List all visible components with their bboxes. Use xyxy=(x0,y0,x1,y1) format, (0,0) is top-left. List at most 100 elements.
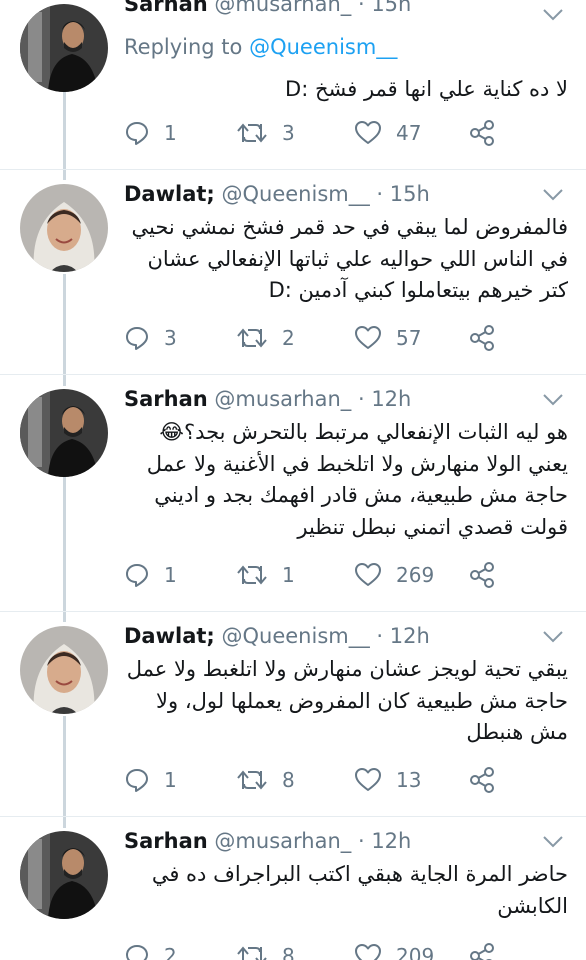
reply-icon xyxy=(126,769,148,792)
avatar-sarhan[interactable] xyxy=(20,831,108,919)
tweet-actions: 3 2 57 xyxy=(124,321,504,355)
avatar-sarhan[interactable] xyxy=(20,4,108,92)
separator-dot: · xyxy=(357,387,365,411)
heart-icon xyxy=(355,768,381,791)
separator-dot: · xyxy=(376,624,384,648)
reply-icon xyxy=(126,327,148,350)
reply-count: 1 xyxy=(164,768,177,792)
chevron-down-icon[interactable] xyxy=(542,393,564,407)
share-button[interactable] xyxy=(468,116,496,150)
avatar-dawlat-image xyxy=(20,184,108,272)
tweet[interactable]: Dawlat; @Queenism__ · 15h فالمفروض لما ي… xyxy=(0,170,586,375)
timestamp[interactable]: 12h xyxy=(390,624,430,648)
tweet[interactable]: Sarhan @musarhan_ · 12h هو ليه الثبات ال… xyxy=(0,375,586,612)
display-name[interactable]: Sarhan xyxy=(124,0,208,16)
tweet[interactable]: Dawlat; @Queenism__ · 12h يبقي تحية لويج… xyxy=(0,612,586,817)
tweet-text-line: حاجة مش طبيعية كان المفروض يعملها لول، و… xyxy=(156,688,568,713)
timestamp[interactable]: 12h xyxy=(371,829,411,853)
reply-count: 2 xyxy=(164,944,177,960)
separator-dot: · xyxy=(357,0,365,16)
like-button[interactable]: 209 xyxy=(354,939,434,960)
retweet-icon xyxy=(237,123,267,143)
tweet-text: هو ليه الثبات الإنفعالي مرتبط بالتحرش بج… xyxy=(124,417,568,543)
avatar-dawlat[interactable] xyxy=(20,626,108,714)
tweet[interactable]: Sarhan @musarhan_ · 12h حاضر المرة الجاي… xyxy=(0,817,586,960)
share-button[interactable] xyxy=(468,321,496,355)
reply-icon xyxy=(126,945,148,960)
handle[interactable]: @Queenism__ xyxy=(222,624,370,648)
share-icon xyxy=(470,943,494,960)
share-button[interactable] xyxy=(468,763,496,797)
chevron-down-icon[interactable] xyxy=(542,8,564,22)
display-name[interactable]: Dawlat; xyxy=(124,182,215,206)
like-button[interactable]: 13 xyxy=(354,763,421,797)
retweet-count: 8 xyxy=(282,768,295,792)
tweet-actions: 1 3 47 xyxy=(124,116,504,150)
handle[interactable]: @musarhan_ xyxy=(214,829,351,853)
retweet-icon xyxy=(237,946,267,960)
like-count: 269 xyxy=(396,563,435,587)
like-count: 209 xyxy=(396,944,435,960)
like-button[interactable]: 269 xyxy=(354,558,434,592)
reply-button[interactable]: 3 xyxy=(124,321,177,355)
retweet-icon xyxy=(237,328,267,348)
display-name[interactable]: Sarhan xyxy=(124,387,208,411)
tweet-header: Sarhan @musarhan_ · 12h xyxy=(124,825,538,857)
reply-button[interactable]: 1 xyxy=(124,558,177,592)
tweet-text-line: يعني الولا منهارش ولا اتلخبط في الأغنية … xyxy=(146,451,568,476)
chevron-down-icon[interactable] xyxy=(542,835,564,849)
retweet-count: 8 xyxy=(282,944,295,960)
reply-count: 1 xyxy=(164,563,177,587)
retweet-button[interactable]: 3 xyxy=(236,116,295,150)
share-button[interactable] xyxy=(468,558,496,592)
reply-button[interactable]: 2 xyxy=(124,939,177,960)
like-button[interactable]: 47 xyxy=(354,116,421,150)
like-count: 13 xyxy=(396,768,422,792)
reply-icon xyxy=(126,564,148,587)
share-icon xyxy=(470,325,494,351)
timestamp[interactable]: 12h xyxy=(371,387,411,411)
retweet-icon xyxy=(237,565,267,585)
heart-icon xyxy=(355,944,381,960)
retweet-button[interactable]: 1 xyxy=(236,558,295,592)
reply-button[interactable]: 1 xyxy=(124,116,177,150)
chevron-down-icon[interactable] xyxy=(542,630,564,644)
display-name[interactable]: Dawlat; xyxy=(124,624,215,648)
retweet-icon xyxy=(237,770,267,790)
avatar-sarhan[interactable] xyxy=(20,389,108,477)
replying-to: Replying to @Queenism__ xyxy=(124,32,397,62)
tweet-text-line: حاضر المرة الجاية هبقي اكتب البراجراف ده… xyxy=(151,862,568,886)
handle[interactable]: @Queenism__ xyxy=(222,182,370,206)
avatar-dawlat[interactable] xyxy=(20,184,108,272)
tweet-header: Sarhan @musarhan_ · 12h xyxy=(124,383,538,415)
chevron-down-icon[interactable] xyxy=(542,188,564,202)
retweet-button[interactable]: 8 xyxy=(236,763,295,797)
handle[interactable]: @musarhan_ xyxy=(214,387,351,411)
tweet-text: لا ده كناية علي انها قمر فشخ :D xyxy=(124,74,568,106)
separator-dot: · xyxy=(376,182,384,206)
separator-dot: · xyxy=(357,829,365,853)
timestamp[interactable]: 15h xyxy=(371,0,411,16)
reply-count: 1 xyxy=(164,121,177,145)
avatar-sarhan-image xyxy=(20,831,108,919)
tweet[interactable]: Sarhan @musarhan_ · 15h Replying to @Que… xyxy=(0,0,586,170)
avatar-dawlat-image xyxy=(20,626,108,714)
retweet-button[interactable]: 2 xyxy=(236,321,295,355)
display-name[interactable]: Sarhan xyxy=(124,829,208,853)
timestamp[interactable]: 15h xyxy=(390,182,430,206)
share-button[interactable] xyxy=(468,939,496,960)
replying-to-label: Replying to xyxy=(124,35,243,59)
handle[interactable]: @musarhan_ xyxy=(214,0,351,16)
reply-icon xyxy=(126,122,148,145)
replying-to-handle[interactable]: @Queenism__ xyxy=(249,35,397,59)
heart-icon xyxy=(355,326,381,349)
reply-button[interactable]: 1 xyxy=(124,763,177,797)
like-count: 47 xyxy=(396,121,422,145)
heart-icon xyxy=(355,121,381,144)
retweet-button[interactable]: 8 xyxy=(236,939,295,960)
share-icon xyxy=(470,120,494,146)
tweet-text-line: فالمفروض لما يبقي في حد قمر فشخ نمشي نحي… xyxy=(131,215,568,239)
tweet-text-line: لا ده كناية علي انها قمر فشخ :D xyxy=(285,77,568,101)
tweet-actions: 2 8 209 xyxy=(124,939,504,960)
like-button[interactable]: 57 xyxy=(354,321,421,355)
